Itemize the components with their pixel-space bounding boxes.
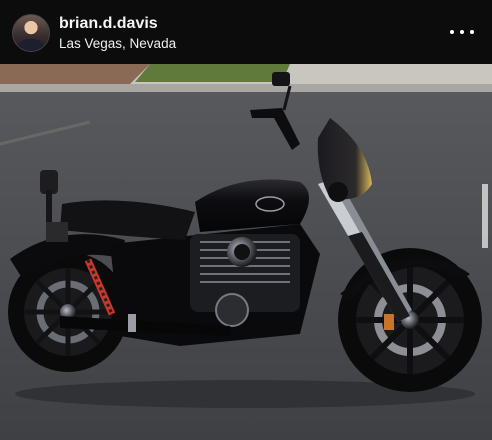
motorcycle-photo <box>0 64 492 440</box>
dirt-patch <box>0 64 150 84</box>
location-link[interactable]: Las Vegas, Nevada <box>59 36 176 52</box>
more-horizontal-icon[interactable] <box>450 24 474 40</box>
lawn <box>135 64 290 82</box>
avatar-figure <box>17 39 45 51</box>
post-header: brian.d.davis Las Vegas, Nevada <box>0 0 492 64</box>
username-link[interactable]: brian.d.davis <box>59 14 158 34</box>
post-photo[interactable] <box>0 64 492 440</box>
mirror <box>272 72 290 86</box>
profile-avatar[interactable] <box>12 14 50 52</box>
road-marker <box>482 184 488 248</box>
curb <box>0 84 492 92</box>
instagram-post: brian.d.davis Las Vegas, Nevada <box>0 0 492 440</box>
